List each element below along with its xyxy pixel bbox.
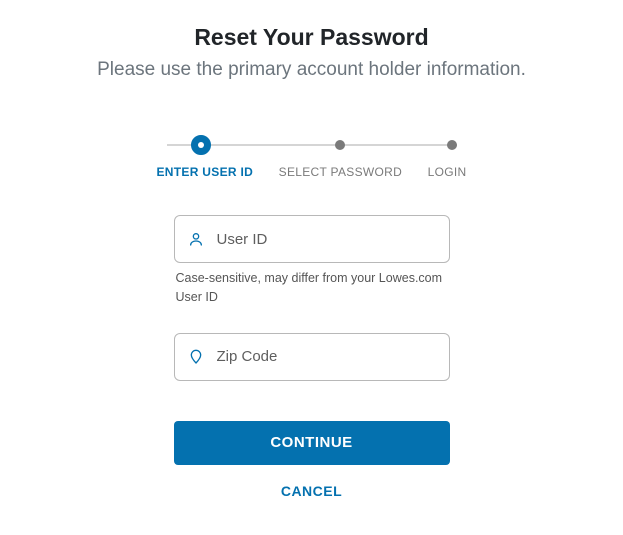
step-dot-active (191, 135, 211, 155)
page-title: Reset Your Password (194, 24, 428, 51)
step-select-password: SELECT PASSWORD (279, 135, 402, 179)
user-id-input[interactable] (174, 215, 450, 263)
page-subtitle: Please use the primary account holder in… (97, 59, 526, 81)
reset-password-page: Reset Your Password Please use the prima… (0, 24, 623, 503)
step-label: LOGIN (428, 165, 467, 179)
step-dot (447, 140, 457, 150)
step-enter-user-id: ENTER USER ID (157, 135, 254, 179)
continue-button[interactable]: CONTINUE (174, 421, 450, 465)
user-id-helper: Case-sensitive, may differ from your Low… (174, 269, 450, 307)
step-dot (335, 140, 345, 150)
cancel-button[interactable]: CANCEL (174, 479, 450, 503)
step-label: ENTER USER ID (157, 165, 254, 179)
zip-code-input[interactable] (174, 333, 450, 381)
step-login: LOGIN (428, 135, 467, 179)
progress-stepper: ENTER USER ID SELECT PASSWORD LOGIN (157, 135, 467, 179)
step-label: SELECT PASSWORD (279, 165, 402, 179)
user-id-field-wrap (174, 215, 450, 263)
reset-form: Case-sensitive, may differ from your Low… (174, 215, 450, 503)
zip-code-field-wrap (174, 333, 450, 381)
